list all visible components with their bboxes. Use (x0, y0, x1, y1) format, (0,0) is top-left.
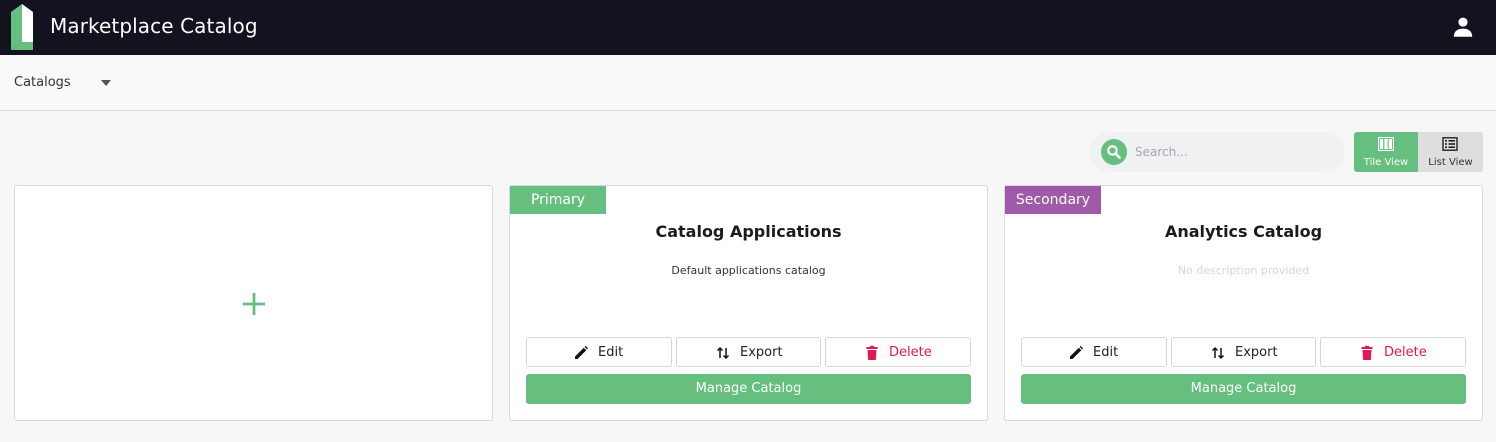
export-button-label: Export (1235, 345, 1278, 360)
tile-view-icon (1378, 137, 1394, 151)
delete-button[interactable]: Delete (825, 337, 971, 367)
secondary-badge: Secondary (1005, 186, 1101, 214)
trash-icon (1361, 345, 1373, 360)
view-toggle: Tile View List View (1354, 132, 1483, 172)
list-view-icon (1442, 137, 1458, 151)
export-button[interactable]: Export (1171, 337, 1316, 367)
swap-vertical-icon (716, 346, 730, 360)
list-view-button[interactable]: List View (1418, 132, 1483, 172)
edit-button[interactable]: Edit (1021, 337, 1167, 367)
list-view-label: List View (1428, 157, 1473, 168)
edit-button[interactable]: Edit (526, 337, 672, 367)
trash-icon (866, 345, 878, 360)
catalogs-dropdown[interactable]: Catalogs (14, 73, 114, 95)
user-icon[interactable] (1450, 14, 1476, 40)
marketplace-logo-icon (11, 4, 33, 50)
catalog-description: Default applications catalog (671, 264, 826, 277)
app-title: Marketplace Catalog (50, 14, 258, 38)
edit-button-label: Edit (598, 345, 624, 360)
catalogs-bar: Catalogs (0, 55, 1496, 111)
tile-view-label: Tile View (1363, 157, 1409, 168)
delete-button-label: Delete (1384, 345, 1427, 360)
edit-button-label: Edit (1093, 345, 1119, 360)
add-catalog-card[interactable] (14, 185, 493, 421)
catalog-title: Analytics Catalog (1164, 222, 1323, 241)
tile-view-button[interactable]: Tile View (1354, 132, 1418, 172)
catalogs-dropdown-label: Catalogs (14, 75, 71, 90)
search-button[interactable] (1101, 139, 1127, 165)
pencil-icon (1070, 345, 1084, 359)
manage-catalog-button[interactable]: Manage Catalog (526, 374, 971, 404)
pencil-icon (575, 345, 589, 359)
delete-button-label: Delete (889, 345, 932, 360)
plus-icon (243, 293, 265, 315)
manage-catalog-button[interactable]: Manage Catalog (1021, 374, 1466, 404)
primary-badge: Primary (510, 186, 606, 214)
export-button[interactable]: Export (676, 337, 821, 367)
search-input[interactable] (1135, 141, 1335, 163)
delete-button[interactable]: Delete (1320, 337, 1466, 367)
swap-vertical-icon (1211, 346, 1225, 360)
catalog-card: Primary Catalog Applications Default app… (509, 185, 988, 421)
catalog-card: Secondary Analytics Catalog No descripti… (1004, 185, 1483, 421)
catalog-title: Catalog Applications (655, 222, 842, 241)
search-icon (1107, 145, 1121, 159)
search-box (1089, 132, 1345, 172)
top-bar: Marketplace Catalog (0, 0, 1496, 55)
catalog-description: No description provided (1177, 264, 1310, 277)
caret-down-icon (101, 80, 111, 86)
export-button-label: Export (740, 345, 783, 360)
